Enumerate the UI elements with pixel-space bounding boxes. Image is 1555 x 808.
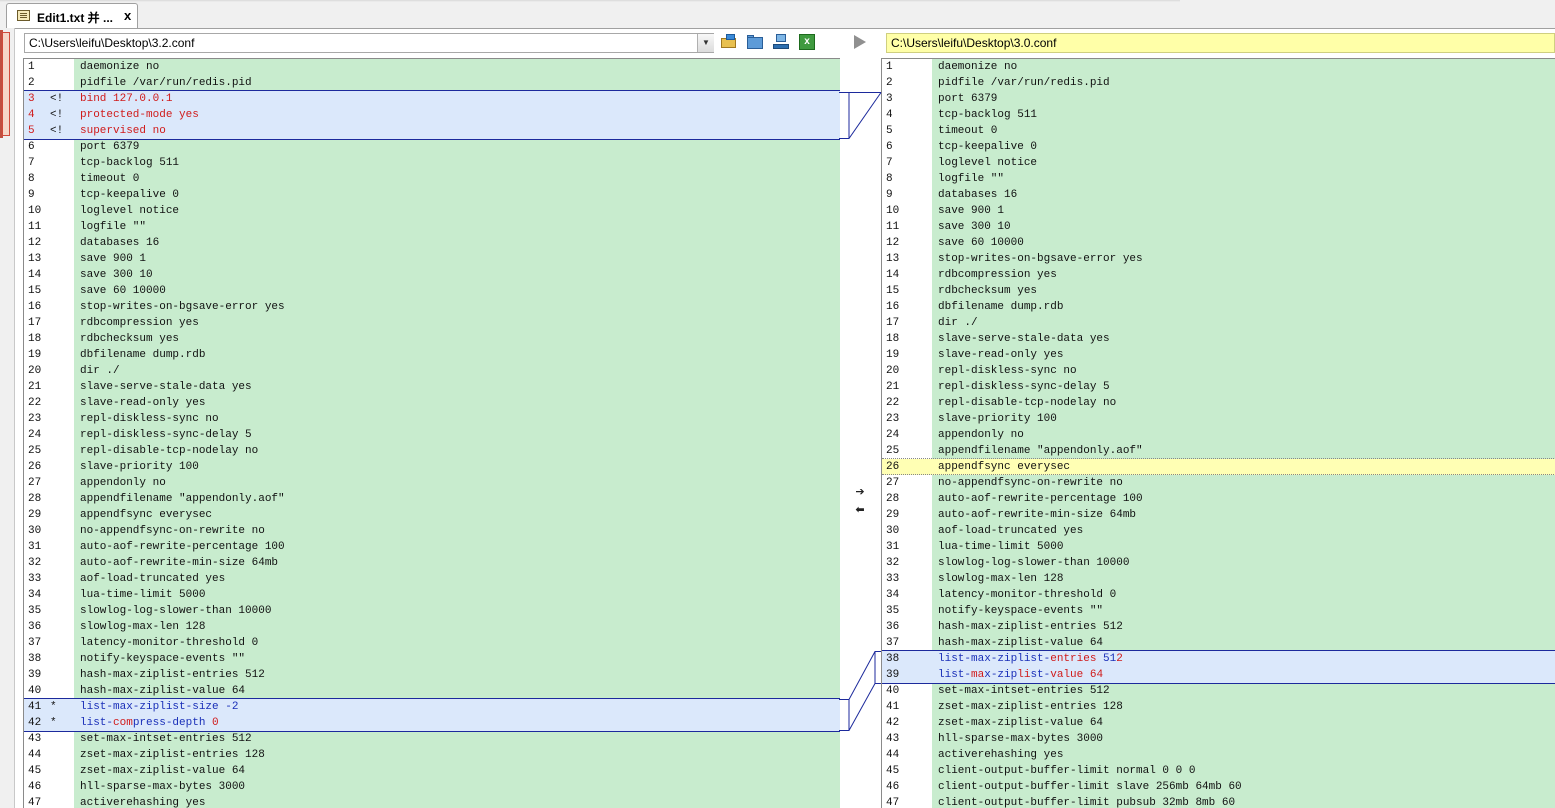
diff-connector-lines [839, 92, 882, 731]
diff-window: { "tab": {"label": "Edit1.txt 并 ...", "c… [0, 0, 1555, 808]
connector-line [839, 683, 881, 731]
connector-line [839, 92, 882, 139]
